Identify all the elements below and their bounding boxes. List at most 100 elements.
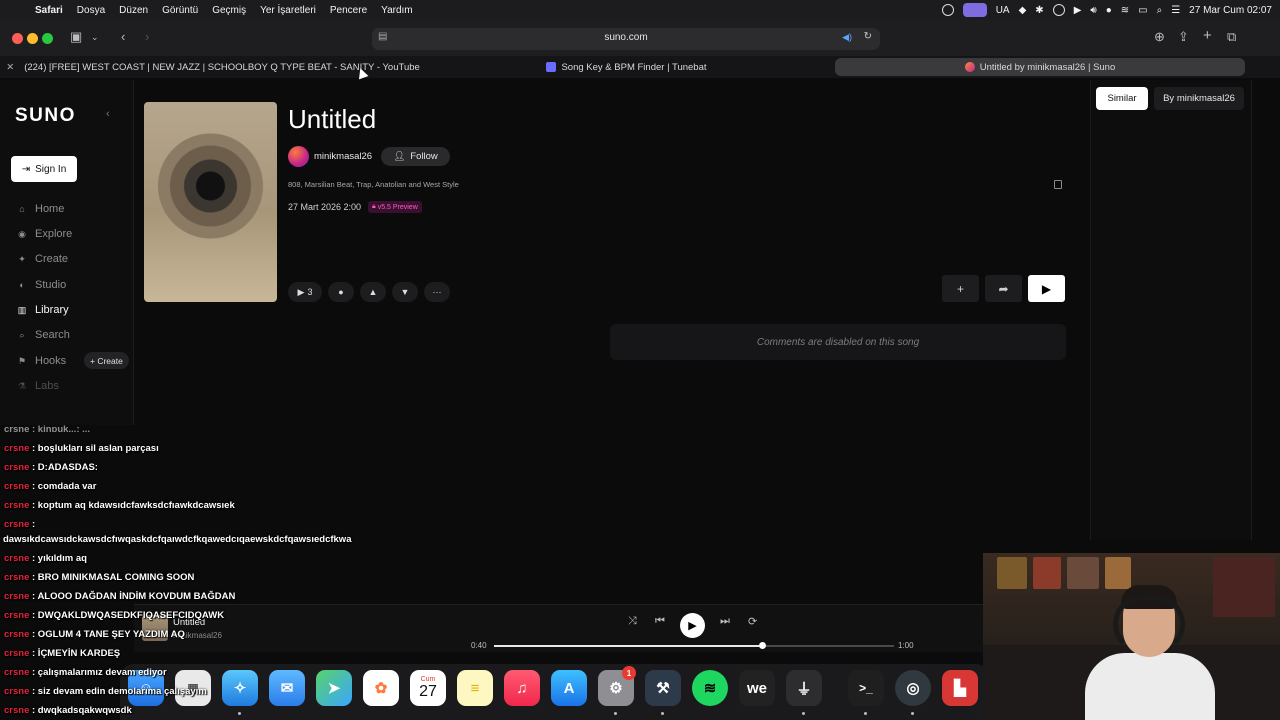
- terminal-icon[interactable]: >_: [848, 670, 884, 706]
- wetransfer-icon[interactable]: we: [739, 670, 775, 706]
- menu-app-name[interactable]: Safari: [28, 5, 70, 16]
- version-label: v5.5 Preview: [377, 203, 418, 211]
- copy-icon[interactable]: [1054, 180, 1062, 189]
- repeat-icon[interactable]: ⟳: [748, 615, 757, 628]
- wifi-icon[interactable]: ≋: [1121, 5, 1129, 16]
- recording-app-icon[interactable]: ▙: [942, 670, 978, 706]
- avatar[interactable]: [288, 146, 309, 167]
- clock-label[interactable]: 27 Mar Cum 02:07: [1189, 5, 1272, 16]
- share-icon[interactable]: ⇪: [1178, 29, 1189, 45]
- close-window-button[interactable]: [12, 33, 23, 44]
- close-tab-icon[interactable]: ✕: [6, 62, 14, 73]
- app-store-icon[interactable]: A: [551, 670, 587, 706]
- artist-link[interactable]: minikmasal26: [314, 151, 372, 162]
- running-indicator: [614, 712, 617, 715]
- more-button[interactable]: ···: [424, 282, 450, 302]
- tab-suno[interactable]: Untitled by minikmasal26 | Suno: [835, 58, 1245, 76]
- shuffle-icon[interactable]: ⤨: [628, 615, 637, 628]
- running-indicator: [661, 712, 664, 715]
- audio-playing-icon[interactable]: ◀︎): [842, 32, 852, 43]
- system-settings-icon[interactable]: ⚙ 1: [598, 666, 636, 706]
- chat-message: : BRO MINIKMASAL COMING SOON: [29, 572, 195, 583]
- running-indicator: [802, 712, 805, 715]
- cover-art-image[interactable]: [144, 102, 277, 302]
- back-button[interactable]: ‹: [121, 29, 125, 44]
- progress-slider[interactable]: [494, 642, 894, 649]
- menu-help[interactable]: Yardım: [374, 5, 420, 16]
- player-play-button[interactable]: ▶: [680, 613, 705, 638]
- user-icon[interactable]: ●: [1106, 5, 1112, 16]
- nav-hooks[interactable]: ⚑ Hooks: [17, 352, 66, 370]
- chat-message: : OGLUM 4 TANE ŞEY YAZDIM AQ: [29, 629, 185, 640]
- thumbs-up-icon: ▲: [368, 287, 378, 297]
- previous-track-icon[interactable]: ⏮︎: [655, 615, 665, 628]
- minimize-window-button[interactable]: [27, 33, 38, 44]
- battery-icon[interactable]: ▭: [1138, 5, 1147, 16]
- nav-label: Hooks: [35, 355, 67, 367]
- nav-search[interactable]: ⌕ Search: [17, 326, 69, 344]
- downloads-icon[interactable]: ⊕: [1154, 29, 1165, 45]
- nav-studio[interactable]: ◐ Studio: [17, 276, 66, 294]
- xcode-tool-icon[interactable]: ⚒: [645, 670, 681, 706]
- nav-explore[interactable]: ◉ Explore: [17, 225, 72, 243]
- input-source-label[interactable]: UA: [996, 5, 1010, 16]
- record-icon[interactable]: [1052, 4, 1065, 16]
- next-track-icon[interactable]: ⏭︎: [720, 615, 730, 628]
- chat-message: :: [29, 519, 36, 530]
- nav-home[interactable]: ⌂ Home: [17, 200, 64, 218]
- volume-icon[interactable]: 🔊︎: [1090, 5, 1096, 16]
- address-bar[interactable]: ▤ suno.com ◀︎) ↻: [372, 28, 880, 50]
- tab-by-artist[interactable]: By minikmasal26: [1154, 87, 1244, 110]
- hooks-create-button[interactable]: + Create: [84, 352, 129, 369]
- audio-app-icon[interactable]: ⏚: [786, 670, 822, 706]
- search-icon: ⌕: [19, 329, 25, 340]
- new-tab-icon[interactable]: +: [1203, 27, 1212, 44]
- music-icon[interactable]: ♫: [504, 670, 540, 706]
- spotify-icon[interactable]: ≋: [692, 670, 728, 706]
- chat-username: crsne: [4, 443, 30, 454]
- like-button[interactable]: ▲: [360, 282, 386, 302]
- forward-button[interactable]: ›: [145, 29, 149, 44]
- moon-icon[interactable]: [941, 4, 954, 16]
- dislike-button[interactable]: ▼: [392, 282, 418, 302]
- nav-create[interactable]: ✦ Create: [17, 250, 68, 268]
- obs-icon[interactable]: ◎: [895, 670, 931, 706]
- follow-button[interactable]: 👤︎ Follow: [381, 147, 450, 166]
- comment-button[interactable]: ●: [328, 282, 354, 302]
- nav-labs[interactable]: ⚗ Labs: [17, 377, 59, 395]
- screen-recording-icon[interactable]: [962, 3, 987, 17]
- nav-library[interactable]: ▥ Library: [17, 301, 69, 319]
- play-count-button[interactable]: ▶ 3: [288, 282, 322, 302]
- control-center-icon[interactable]: ☰: [1171, 5, 1180, 16]
- network-icon[interactable]: ◆: [1019, 5, 1027, 16]
- suno-logo[interactable]: SUNO: [15, 105, 76, 127]
- tab-similar[interactable]: Similar: [1096, 87, 1148, 110]
- progress-handle[interactable]: [759, 642, 766, 649]
- user-plus-icon: 👤︎: [393, 151, 406, 162]
- menu-view[interactable]: Görüntü: [155, 5, 205, 16]
- bluetooth-icon[interactable]: ✱: [1035, 5, 1043, 16]
- menu-bookmarks[interactable]: Yer İşaretleri: [253, 5, 323, 16]
- menu-window[interactable]: Pencere: [323, 5, 374, 16]
- sidebar-toggle-icon[interactable]: ▣: [70, 29, 82, 45]
- progress-fill: [494, 645, 762, 647]
- collapse-sidebar-icon[interactable]: ‹: [106, 108, 110, 120]
- chevron-down-icon[interactable]: ⌄: [91, 32, 99, 43]
- play-status-icon[interactable]: ▶: [1074, 5, 1082, 16]
- tab-overview-icon[interactable]: ⧉: [1227, 29, 1236, 45]
- zoom-window-button[interactable]: [42, 33, 53, 44]
- notification-badge: 1: [622, 666, 636, 680]
- tunebat-favicon-icon: [546, 62, 557, 72]
- chat-line: crsne :: [4, 519, 35, 530]
- menu-edit[interactable]: Düzen: [112, 5, 155, 16]
- share-button[interactable]: ➦: [985, 275, 1022, 302]
- tab-tunebat[interactable]: Song Key & BPM Finder | Tunebat: [420, 58, 833, 76]
- sign-in-button[interactable]: ⇥ Sign In: [11, 156, 77, 182]
- add-to-playlist-button[interactable]: +: [942, 275, 979, 302]
- menu-file[interactable]: Dosya: [70, 5, 112, 16]
- play-song-button[interactable]: ▶: [1028, 275, 1065, 302]
- search-icon[interactable]: ⌕: [1157, 5, 1163, 16]
- menu-history[interactable]: Geçmiş: [205, 5, 253, 16]
- screen: Safari Dosya Düzen Görüntü Geçmiş Yer İş…: [0, 0, 1280, 720]
- reload-icon[interactable]: ↻: [864, 31, 872, 42]
